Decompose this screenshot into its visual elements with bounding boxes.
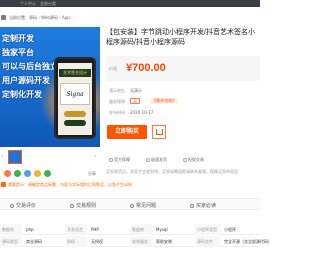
- thumbnail-strip: ‹ ›: [0, 150, 100, 167]
- cart-icon: [156, 129, 163, 135]
- service-tag: 无: [130, 98, 140, 104]
- screen-title: 艺术签名设计: [59, 69, 91, 77]
- phone-mockup: 艺术签名设计 Signa: [54, 57, 96, 139]
- question-icon: [130, 204, 134, 208]
- lock-icon: [183, 158, 187, 162]
- info-row-service: 服务保障 无 【需求咨询】: [106, 98, 256, 106]
- hero-line-3: 可以与后台独立: [2, 62, 58, 71]
- hero-line-1: 定制开发: [2, 34, 34, 43]
- spec-value: 完全开源（含全部源代码）: [224, 239, 272, 244]
- screen-button: [64, 111, 86, 117]
- guarantee-item: 官方保障: [109, 157, 130, 163]
- add-to-cart-button[interactable]: [152, 125, 166, 139]
- hero-line-5: 定制化开发: [2, 90, 42, 99]
- price-box: 价格 ¥700.00: [106, 56, 260, 81]
- spec-key: 数据库: [2, 227, 14, 232]
- spec-value: Mysql: [156, 227, 168, 232]
- share-qzone-icon[interactable]: [34, 170, 41, 177]
- spec-value: 小程序: [224, 227, 236, 232]
- star-icon: [10, 204, 14, 208]
- share-bar: 分享: [0, 170, 100, 178]
- top-bar: 个人中心 全部分类: [0, 0, 260, 7]
- spec-key: 小程序类型: [197, 227, 217, 232]
- product-title: 【包安装】字节跳动小程序开发/抖音艺术签名小程序源码/抖音小程序源码: [106, 29, 255, 46]
- share-weibo-icon[interactable]: [4, 170, 11, 177]
- shield-icon: [109, 158, 113, 162]
- guarantee-slogan: 买家收货后，卖家才会收到钱，买家如需退款请联系客服，保障买家的权益: [106, 169, 238, 174]
- share-wechat-icon[interactable]: [14, 170, 21, 177]
- spec-value: 商业源码: [26, 239, 42, 244]
- info-key: 发布时间: [109, 110, 125, 115]
- guarantees: 官方保障 极速发货 担保交易: [106, 156, 256, 164]
- lightning-icon: [146, 158, 150, 162]
- share-qq-icon[interactable]: [24, 170, 31, 177]
- info-row-date: 发布时间 2020-10-17: [106, 109, 256, 117]
- spec-key: 安装服务: [132, 239, 148, 244]
- rules-icon: [70, 204, 74, 208]
- guarantee-item: 极速发货: [146, 157, 167, 163]
- tab-buyer-notes[interactable]: 买家必读: [190, 202, 216, 209]
- info-key: 服务保障: [109, 99, 125, 104]
- thumbnail[interactable]: [8, 150, 22, 164]
- screen-button-secondary: [64, 120, 86, 126]
- table-row: 源码类型 商业源码 授权 无授权 安装服务 帮助安装 源码文件 完全开源（含全部…: [0, 236, 272, 247]
- info-row-demo: 演示地址 无演示: [106, 87, 256, 95]
- spec-key: 开发语言: [67, 227, 83, 232]
- warning-icon: [1, 182, 6, 187]
- hero-line-2: 独家平台: [2, 48, 34, 57]
- spec-value: php: [26, 227, 34, 232]
- signature-preview: Signa: [60, 83, 90, 105]
- info-value[interactable]: 无演示: [130, 88, 142, 94]
- breadcrumb: 当前位置：源码 › Web源码 › App...: [0, 14, 74, 22]
- spec-value: 帮助安装: [156, 239, 172, 244]
- guarantee-item: 担保交易: [183, 157, 204, 163]
- share-moments-icon[interactable]: [44, 170, 51, 177]
- tab-faq[interactable]: 常见问题: [130, 202, 156, 209]
- spec-key: 授权: [67, 239, 75, 244]
- product-main-image: 定制开发 独家平台 可以与后台独立 用户源码开发 定制化开发 艺术签名设计 Si…: [0, 27, 100, 147]
- tab-reviews[interactable]: 交易评价: [10, 202, 36, 209]
- notice-text: 重要提示：请确定商品标题、内容与实际相符后再购买，以免产生纠纷: [8, 182, 132, 187]
- spec-key: 数据库: [132, 227, 144, 232]
- price-value: ¥700.00: [126, 62, 166, 74]
- book-icon: [190, 204, 194, 208]
- spec-value: PHP: [91, 227, 99, 232]
- purchase-notice: 重要提示：请确定商品标题、内容与实际相符后再购买，以免产生纠纷: [0, 181, 132, 189]
- spec-value: 无授权: [91, 239, 103, 244]
- topbar-item-categories[interactable]: 全部分类: [40, 1, 56, 7]
- table-row: 数据库 php 开发语言 PHP 数据库 Mysql 小程序类型 小程序: [0, 224, 260, 235]
- phone-screen: 艺术签名设计 Signa: [58, 63, 92, 135]
- breadcrumb-text[interactable]: 当前位置：源码 › Web源码 › App...: [9, 15, 74, 21]
- info-value: 2020-10-17: [130, 110, 154, 115]
- spec-key: 源码文件: [197, 239, 213, 244]
- info-key: 演示地址: [109, 88, 125, 93]
- home-icon[interactable]: [1, 15, 6, 20]
- share-label: 分享: [88, 171, 96, 176]
- detail-tabs: 交易评价 交易规则 常见问题 买家必读: [0, 198, 260, 210]
- price-label: 价格: [109, 66, 117, 71]
- topbar-item-account[interactable]: 个人中心: [20, 1, 36, 7]
- hero-line-4: 用户源码开发: [2, 76, 50, 85]
- consult-tag[interactable]: 【需求咨询】: [150, 98, 178, 104]
- spec-key: 源码类型: [2, 239, 18, 244]
- buy-now-button[interactable]: 立即购买: [107, 125, 147, 139]
- chevron-right-icon[interactable]: ›: [94, 153, 96, 160]
- chevron-left-icon[interactable]: ‹: [1, 153, 3, 160]
- tab-rules[interactable]: 交易规则: [70, 202, 96, 209]
